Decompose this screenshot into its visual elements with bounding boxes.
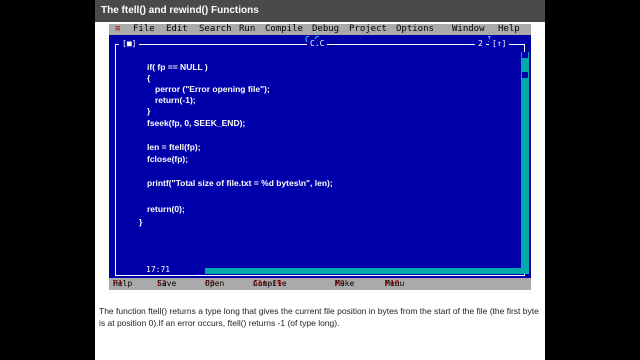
scroll-thumb[interactable] — [522, 72, 528, 78]
fkey-action: Compile — [253, 279, 287, 288]
close-box-icon[interactable]: [■] — [119, 39, 140, 49]
slide-title: The ftell() and rewind() Functions — [95, 0, 545, 22]
zoom-box-icon[interactable]: [↑] — [489, 39, 510, 49]
slide-caption: The function ftell() returns a type long… — [99, 306, 539, 328]
fkey-action: Open — [205, 279, 225, 288]
code-line: if( fp == NULL ) — [147, 62, 208, 72]
vertical-scrollbar[interactable] — [521, 52, 529, 274]
fkey-action: Make — [335, 279, 355, 288]
menu-window[interactable]: Window — [452, 24, 485, 35]
menu-bar: ≡ File Edit Search Run Compile Debug Pro… — [109, 24, 531, 35]
horizontal-scrollbar[interactable] — [205, 268, 523, 274]
code-line: fseek(fp, 0, SEEK_END); — [147, 118, 246, 128]
cursor-position: 17:71 — [143, 265, 174, 275]
turbo-c-ide-window: ≡ File Edit Search Run Compile Debug Pro… — [109, 24, 531, 290]
scroll-up-arrow-icon[interactable] — [522, 52, 528, 58]
window-number: 2 — [475, 39, 486, 49]
fkey-action: Menu — [385, 279, 405, 288]
menu-help[interactable]: Help — [498, 24, 520, 35]
menu-debug[interactable]: Debug — [312, 24, 339, 35]
code-line: len = ftell(fp); — [147, 142, 201, 152]
fkey-action: Save — [157, 279, 177, 288]
code-line: return(-1); — [155, 95, 196, 105]
code-line: printf("Total size of file.txt = %d byte… — [147, 178, 333, 188]
code-line: { — [147, 73, 151, 83]
menu-project[interactable]: Project — [349, 24, 387, 35]
window-title: C.C — [307, 39, 328, 49]
code-line: } — [139, 217, 143, 227]
function-key-bar: F1 Help F2 Save F3 Open Alt-F9 Compile F… — [109, 278, 531, 290]
code-line: perror ("Error opening file"); — [155, 84, 270, 94]
code-line: } — [147, 106, 151, 116]
menu-options[interactable]: Options — [396, 24, 434, 35]
menu-run[interactable]: Run — [239, 24, 255, 35]
menu-edit[interactable]: Edit — [166, 24, 188, 35]
fkey-action: Help — [113, 279, 133, 288]
system-menu-icon[interactable]: ≡ — [115, 24, 120, 35]
menu-compile[interactable]: Compile — [265, 24, 303, 35]
menu-search[interactable]: Search — [199, 24, 232, 35]
menu-file[interactable]: File — [133, 24, 155, 35]
slide: The ftell() and rewind() Functions ≡ Fil… — [95, 0, 545, 360]
code-line: fclose(fp); — [147, 154, 189, 164]
code-line: return(0); — [147, 204, 185, 214]
